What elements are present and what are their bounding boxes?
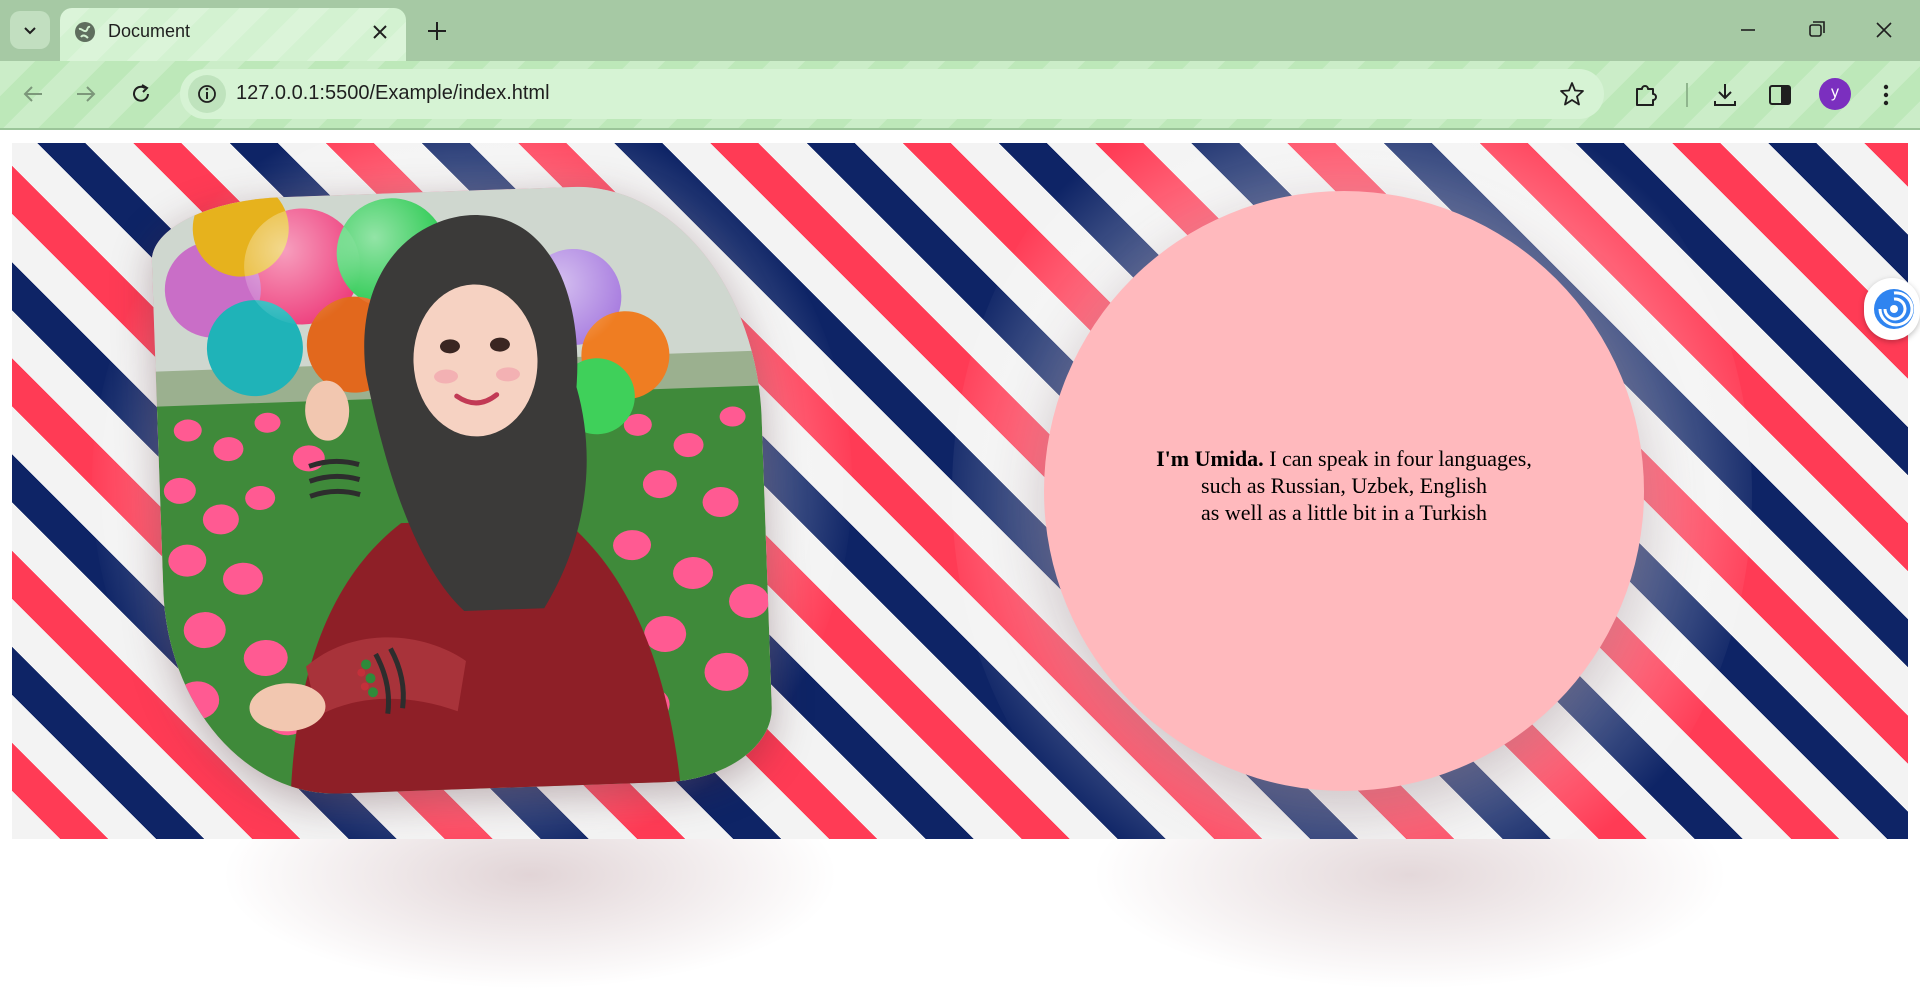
intro-line-1-text: I can speak in four languages, <box>1263 446 1532 471</box>
info-icon <box>198 85 216 103</box>
new-tab-plus-icon[interactable] <box>420 16 454 46</box>
extensions-puzzle-icon[interactable] <box>1630 79 1662 111</box>
tab-document[interactable]: Document <box>60 8 406 61</box>
bookmark-star-icon[interactable] <box>1558 80 1586 108</box>
intro-line-2: such as Russian, Uzbek, English <box>1201 473 1487 498</box>
close-tab-icon[interactable] <box>368 20 392 44</box>
more-menu-icon[interactable] <box>1870 79 1902 111</box>
chevron-down-icon <box>24 27 36 35</box>
url-text: 127.0.0.1:5500/Example/index.html <box>236 82 550 104</box>
intro-line-3: as well as a little bit in a Turkish <box>1201 500 1487 525</box>
globe-icon <box>75 22 95 42</box>
restore-icon[interactable] <box>1796 14 1836 46</box>
intro-line-1: I'm Umida. I can speak in four languages… <box>1044 445 1644 472</box>
forward-arrow-icon[interactable] <box>69 77 103 111</box>
profile-photo <box>149 180 775 800</box>
site-info-button[interactable] <box>188 75 226 113</box>
toolbar-separator <box>1686 83 1688 107</box>
portrait-illustration <box>149 180 775 800</box>
intro-name: I'm Umida. <box>1156 446 1264 471</box>
tab-strip: Document <box>0 0 1920 61</box>
download-icon[interactable] <box>1709 79 1741 111</box>
tab-search-button[interactable] <box>10 11 50 49</box>
close-window-icon[interactable] <box>1864 14 1904 46</box>
side-assistant-button[interactable] <box>1864 278 1920 340</box>
intro-circle: I'm Umida. I can speak in four languages… <box>1044 191 1644 791</box>
minimize-icon[interactable] <box>1728 14 1768 46</box>
browser-toolbar: 127.0.0.1:5500/Example/index.html y <box>0 61 1920 128</box>
tab-title: Document <box>108 21 191 41</box>
profile-avatar[interactable]: y <box>1819 78 1851 110</box>
striped-banner: I'm Umida. I can speak in four languages… <box>12 143 1908 839</box>
reload-icon[interactable] <box>124 77 158 111</box>
intro-text: I'm Umida. I can speak in four languages… <box>1044 445 1644 526</box>
spiral-logo-icon <box>1874 289 1914 329</box>
side-panel-icon[interactable] <box>1764 79 1796 111</box>
toolbar-divider <box>0 128 1920 130</box>
address-bar[interactable]: 127.0.0.1:5500/Example/index.html <box>180 69 1604 119</box>
back-arrow-icon[interactable] <box>16 77 50 111</box>
